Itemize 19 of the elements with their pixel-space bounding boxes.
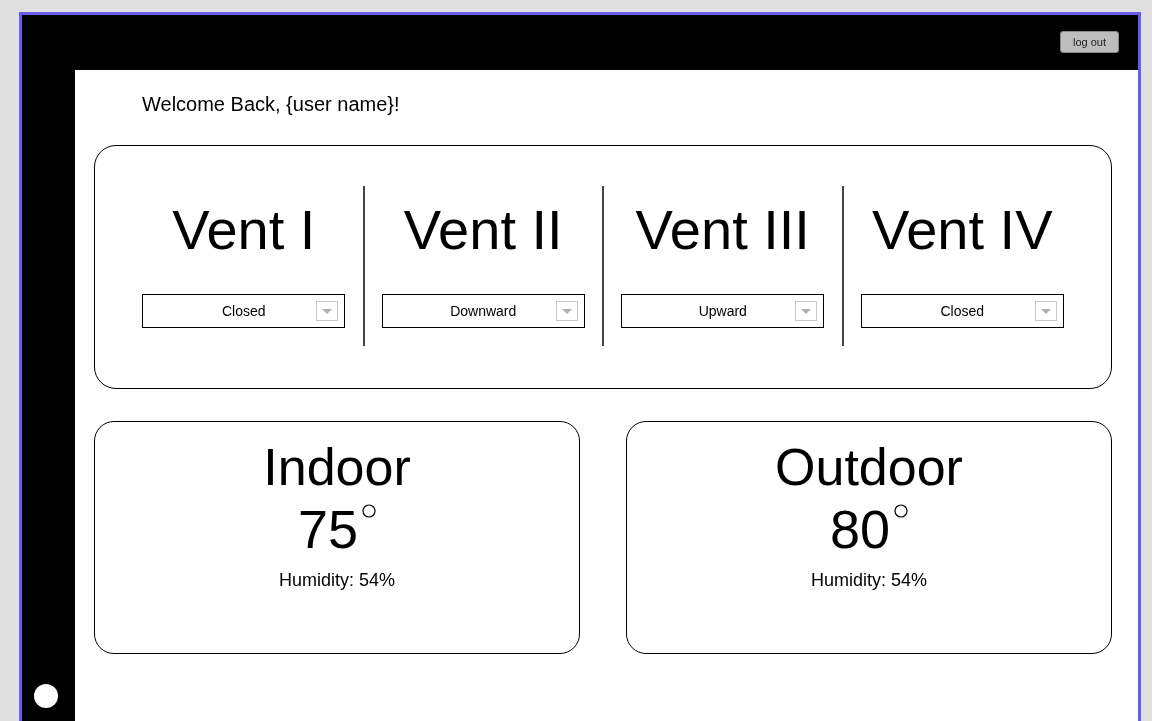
vent-dropdown[interactable]: Closed <box>860 294 1064 328</box>
location-title: Outdoor <box>775 437 963 498</box>
vent-title: Vent II <box>403 198 563 262</box>
degree-icon <box>362 504 377 518</box>
vent-dropdown[interactable]: Downward <box>381 294 585 328</box>
circle-icon[interactable] <box>33 684 58 708</box>
degree-icon <box>894 504 909 518</box>
welcome-text: Welcome Back, {user name}! <box>142 93 401 117</box>
humidity-text: Humidity: 54% <box>810 570 927 591</box>
temperature-value: 75 <box>297 498 359 560</box>
logout-button[interactable]: log out <box>1059 31 1119 53</box>
vent-dropdown[interactable]: Upward <box>621 294 825 328</box>
location-title: Indoor <box>263 437 411 498</box>
vent-title: Vent III <box>635 198 810 262</box>
humidity-text: Humidity: 54% <box>278 570 395 591</box>
vent-title: Vent IV <box>871 198 1053 262</box>
temperature-value: 80 <box>829 498 891 560</box>
vent-title: Vent I <box>172 198 316 262</box>
vent-dropdown[interactable]: Closed <box>142 294 346 328</box>
